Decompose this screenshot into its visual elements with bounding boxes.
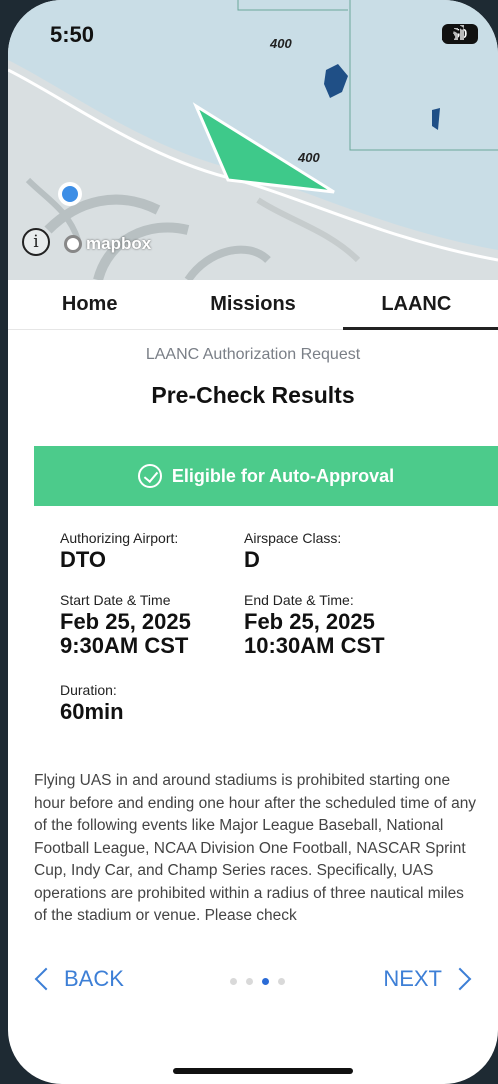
page-dot-active <box>262 978 269 985</box>
next-label: NEXT <box>383 966 442 991</box>
page-dots <box>230 978 285 985</box>
page-dot <box>246 978 253 985</box>
tab-laanc[interactable]: LAANC <box>335 280 498 330</box>
eligibility-banner: Eligible for Auto-Approval <box>34 446 498 506</box>
duration-value: 60min <box>60 699 124 724</box>
page-subtitle: LAANC Authorization Request <box>145 346 361 363</box>
check-circle-icon <box>137 464 162 488</box>
start-date: Feb 25, 2025 <box>60 609 191 634</box>
airport-label: Authorizing Airport: <box>60 530 179 546</box>
status-bar: 5:50 50 <box>8 0 498 70</box>
end-field: End Date & Time: Feb 25, 2025 10:30AM CS… <box>244 592 385 658</box>
info-icon[interactable]: i <box>22 228 50 256</box>
start-label: Start Date & Time <box>60 592 171 608</box>
airspace-class-label: Airspace Class: <box>244 530 342 546</box>
tab-home[interactable]: Home <box>8 280 171 329</box>
end-date: Feb 25, 2025 <box>244 609 375 634</box>
mapbox-logo: mapbox <box>64 234 151 254</box>
description-scroll[interactable]: Flying UAS in and around stadiums is pro… <box>8 760 498 950</box>
tab-missions[interactable]: Missions <box>171 280 334 329</box>
status-indicators: 50 <box>442 24 478 44</box>
altitude-label: 400 <box>270 36 292 51</box>
next-button[interactable]: NEXT <box>383 966 472 992</box>
airspace-class-value: D <box>244 547 260 572</box>
description-fade <box>8 935 498 950</box>
airspace-class-field: Airspace Class: D <box>244 530 341 572</box>
end-time: 10:30AM CST <box>244 633 385 658</box>
mapbox-wordmark: mapbox <box>86 234 152 253</box>
duration-label: Duration: <box>60 682 117 698</box>
airport-field: Authorizing Airport: DTO <box>60 530 178 572</box>
description-text: Flying UAS in and around stadiums is pro… <box>34 772 477 924</box>
status-time: 5:50 <box>50 22 95 47</box>
page-title: Pre-Check Results <box>151 382 355 408</box>
wifi-icon <box>442 24 464 40</box>
page-dot <box>230 978 237 985</box>
duration-field: Duration: 60min <box>60 682 124 724</box>
start-field: Start Date & Time Feb 25, 2025 9:30AM CS… <box>60 592 191 658</box>
chevron-left-icon <box>34 967 58 991</box>
eligibility-text: Eligible for Auto-Approval <box>171 465 395 486</box>
mapbox-mark-icon <box>64 235 82 253</box>
start-time: 9:30AM CST <box>60 633 189 658</box>
airport-value: DTO <box>60 547 107 572</box>
location-arrow-icon <box>10 2 26 18</box>
end-label: End Date & Time: <box>244 592 354 608</box>
step-navigation: BACK NEXT <box>8 952 498 1012</box>
back-button[interactable]: BACK <box>34 966 124 992</box>
phone-screen: 5:50 50 400 400 i mapbox <box>8 0 498 1084</box>
page-dot <box>278 978 285 985</box>
map-view[interactable]: 5:50 50 400 400 i mapbox <box>8 0 498 280</box>
tab-bar: Home Missions LAANC <box>8 280 498 330</box>
back-label: BACK <box>64 966 124 991</box>
home-indicator[interactable] <box>173 1068 353 1074</box>
altitude-label: 400 <box>298 150 320 165</box>
chevron-right-icon <box>448 967 472 991</box>
